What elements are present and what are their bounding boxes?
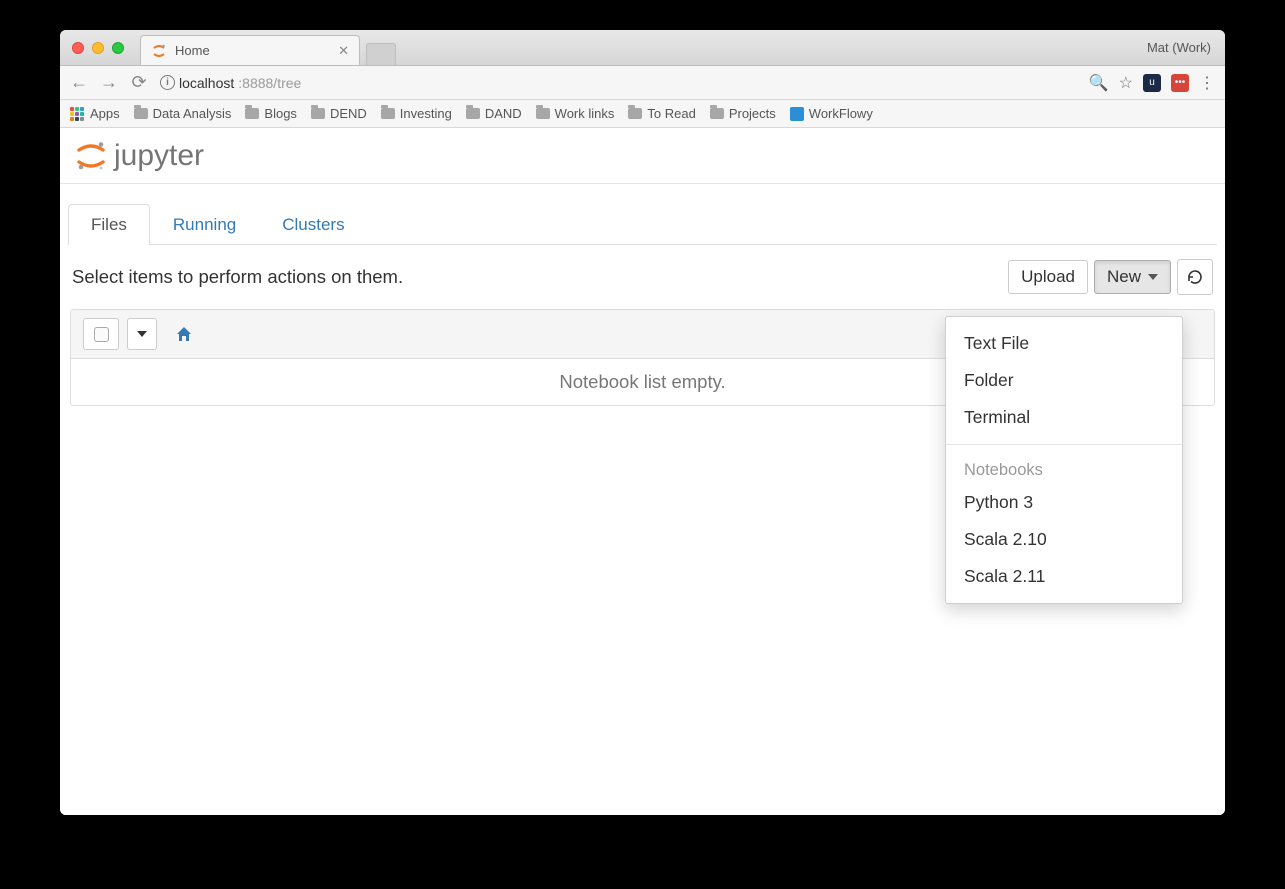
jupyter-logo-text: jupyter [114, 139, 204, 173]
tab-files[interactable]: Files [68, 204, 150, 245]
folder-icon [536, 108, 550, 119]
site-info-icon[interactable]: i [160, 75, 175, 90]
back-button[interactable]: ← [70, 72, 88, 93]
apps-label: Apps [90, 106, 120, 121]
bookmark-folder[interactable]: DEND [311, 106, 367, 121]
browser-profile-label[interactable]: Mat (Work) [1147, 40, 1211, 55]
url-path: :8888/tree [238, 75, 301, 91]
bookmark-folder[interactable]: Projects [710, 106, 776, 121]
traffic-lights [72, 42, 124, 54]
refresh-icon [1186, 268, 1204, 286]
breadcrumb-home[interactable] [175, 325, 193, 343]
refresh-button[interactable] [1177, 259, 1213, 295]
jupyter-logo-icon [74, 139, 108, 173]
bookmark-star-icon[interactable]: ☆ [1119, 73, 1133, 93]
bookmark-folder[interactable]: Work links [536, 106, 615, 121]
window-titlebar: Home ✕ Mat (Work) [60, 30, 1225, 66]
jupyter-logo[interactable]: jupyter [74, 139, 204, 173]
select-all-checkbox[interactable] [83, 318, 119, 350]
action-toolbar: Select items to perform actions on them.… [68, 245, 1217, 305]
minimize-window-button[interactable] [92, 42, 104, 54]
bookmark-bar: Apps Data Analysis Blogs DEND Investing … [60, 100, 1225, 128]
browser-tab-title: Home [175, 43, 330, 58]
close-tab-button[interactable]: ✕ [338, 43, 349, 59]
browser-tab-active[interactable]: Home ✕ [140, 35, 360, 65]
browser-toolbar: ← → ⟳ i localhost:8888/tree 🔍 ☆ u ••• ⋮ [60, 66, 1225, 100]
select-dropdown[interactable] [127, 318, 157, 350]
workflowy-icon [790, 107, 804, 121]
menu-divider [946, 444, 1182, 445]
menu-item-folder[interactable]: Folder [946, 362, 1182, 399]
bookmark-folder[interactable]: Blogs [245, 106, 297, 121]
bookmark-folder[interactable]: DAND [466, 106, 522, 121]
forward-button[interactable]: → [100, 72, 118, 93]
bookmark-folder[interactable]: Investing [381, 106, 452, 121]
jupyter-tab-row: Files Running Clusters [68, 184, 1217, 245]
reload-button[interactable]: ⟳ [130, 72, 148, 93]
bookmark-folder[interactable]: To Read [628, 106, 695, 121]
apps-button[interactable]: Apps [70, 106, 120, 121]
maximize-window-button[interactable] [112, 42, 124, 54]
extension-lastpass-icon[interactable]: ••• [1171, 74, 1189, 92]
browser-menu-button[interactable]: ⋮ [1199, 73, 1215, 93]
folder-icon [628, 108, 642, 119]
folder-icon [381, 108, 395, 119]
new-tab-button[interactable] [366, 43, 396, 65]
new-dropdown-button[interactable]: New [1094, 260, 1171, 294]
zoom-icon[interactable]: 🔍 [1089, 73, 1109, 93]
caret-down-icon [1148, 274, 1158, 280]
jupyter-favicon-icon [151, 43, 167, 59]
browser-tab-strip: Home ✕ [140, 30, 396, 65]
url-host: localhost [179, 75, 234, 91]
tab-running[interactable]: Running [150, 204, 259, 245]
extension-ublock-icon[interactable]: u [1143, 74, 1161, 92]
menu-item-kernel[interactable]: Python 3 [946, 484, 1182, 521]
menu-item-kernel[interactable]: Scala 2.11 [946, 558, 1182, 595]
caret-down-icon [137, 331, 147, 337]
folder-icon [466, 108, 480, 119]
tab-clusters[interactable]: Clusters [259, 204, 367, 245]
folder-icon [710, 108, 724, 119]
apps-grid-icon [70, 107, 84, 121]
toolbar-right: 🔍 ☆ u ••• ⋮ [1089, 73, 1215, 93]
browser-window: Home ✕ Mat (Work) ← → ⟳ i localhost:8888… [60, 30, 1225, 815]
checkbox-icon [94, 327, 109, 342]
menu-item-text-file[interactable]: Text File [946, 325, 1182, 362]
menu-item-terminal[interactable]: Terminal [946, 399, 1182, 436]
action-hint-text: Select items to perform actions on them. [72, 266, 403, 288]
folder-icon [245, 108, 259, 119]
address-bar[interactable]: i localhost:8888/tree [160, 75, 1069, 91]
close-window-button[interactable] [72, 42, 84, 54]
jupyter-header: jupyter [60, 128, 1225, 184]
upload-button[interactable]: Upload [1008, 260, 1088, 294]
bookmark-folder[interactable]: Data Analysis [134, 106, 232, 121]
bookmark-workflowy[interactable]: WorkFlowy [790, 106, 873, 121]
menu-item-kernel[interactable]: Scala 2.10 [946, 521, 1182, 558]
new-dropdown-menu: Text File Folder Terminal Notebooks Pyth… [945, 316, 1183, 604]
home-icon [175, 325, 193, 343]
page-content: jupyter Files Running Clusters Select it… [60, 128, 1225, 815]
folder-icon [311, 108, 325, 119]
menu-header-notebooks: Notebooks [946, 453, 1182, 484]
folder-icon [134, 108, 148, 119]
